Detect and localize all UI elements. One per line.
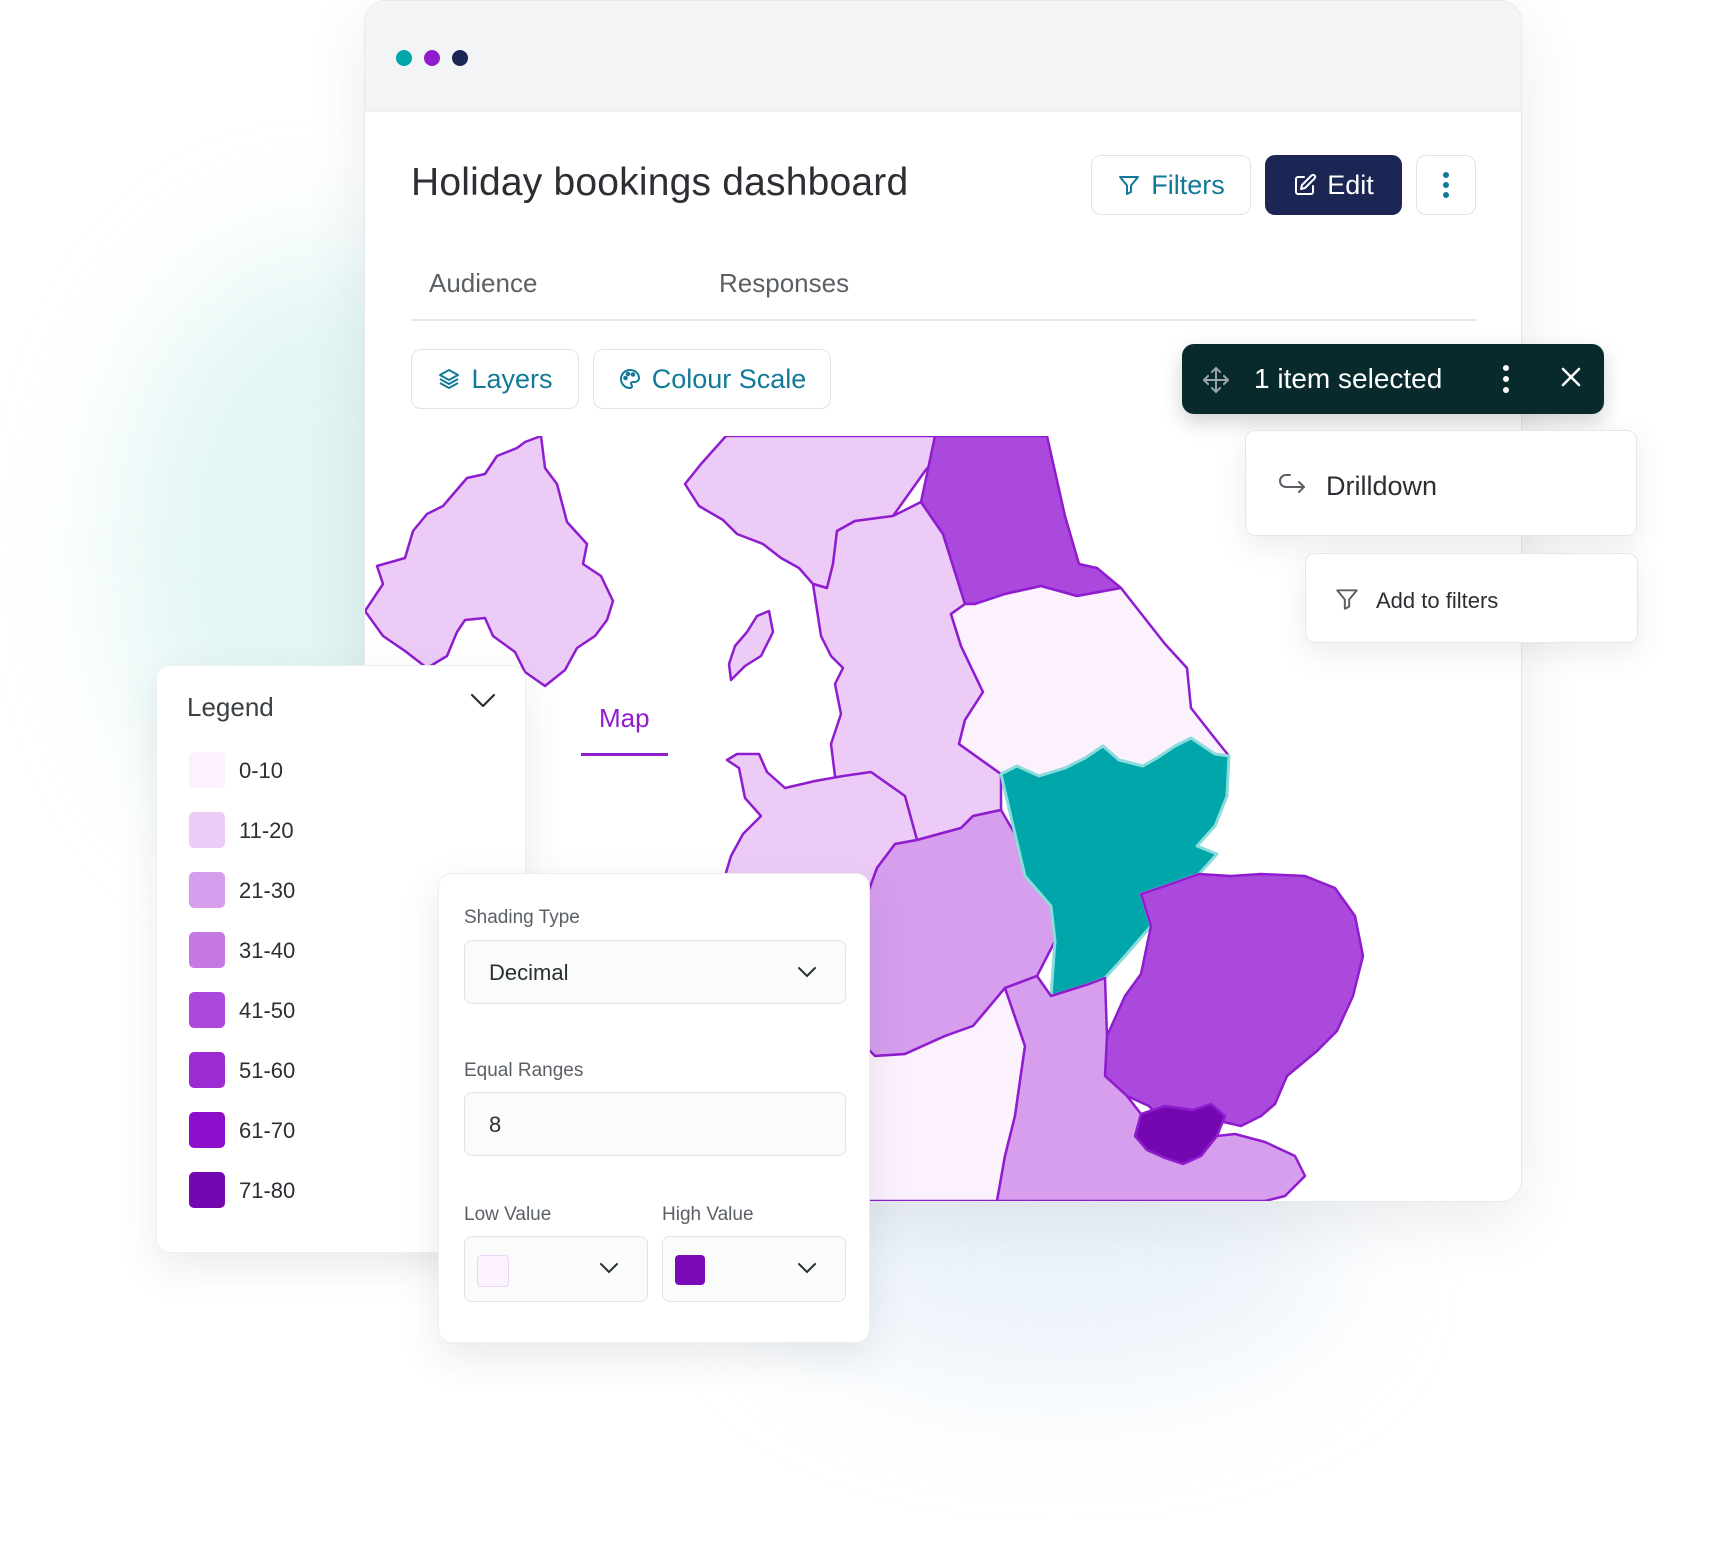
legend-swatch <box>189 992 225 1028</box>
add-to-filters-label: Add to filters <box>1376 588 1499 613</box>
drilldown-icon <box>1279 474 1305 493</box>
edit-button-label: Edit <box>1327 169 1374 200</box>
legend-swatch <box>189 1052 225 1088</box>
equal-ranges-input[interactable]: 8 <box>464 1092 846 1156</box>
filters-button-label: Filters <box>1151 169 1225 200</box>
shading-type-select[interactable]: Decimal <box>464 940 846 1004</box>
legend-range-label: 31-40 <box>239 938 296 963</box>
legend-range-label: 11-20 <box>239 818 294 843</box>
high-value-label: High Value <box>662 1204 754 1225</box>
legend-range-label: 61-70 <box>239 1118 296 1143</box>
legend-range-label: 41-50 <box>239 998 296 1023</box>
legend-swatch <box>189 752 225 788</box>
filters-button[interactable]: Filters <box>1091 155 1251 215</box>
legend-range-label: 51-60 <box>239 1058 296 1083</box>
equal-ranges-value: 8 <box>489 1112 502 1137</box>
legend-range-label: 21-30 <box>239 878 296 903</box>
legend-range-label: 0-10 <box>239 758 284 783</box>
selection-bar: 1 item selected <box>1182 344 1604 414</box>
equal-ranges-label: Equal Ranges <box>464 1060 584 1081</box>
selection-count-text: 1 item selected <box>1254 363 1443 394</box>
legend-swatch <box>189 1172 225 1208</box>
palette-icon <box>619 368 640 390</box>
kebab-icon <box>1443 172 1449 198</box>
window-titlebar <box>365 1 1521 112</box>
chevron-down-icon <box>600 1263 618 1273</box>
shading-type-label: Shading Type <box>464 907 580 928</box>
legend-swatch <box>189 872 225 908</box>
tab-bar: Audience Map Responses <box>411 263 1477 756</box>
filter-icon <box>1119 176 1140 195</box>
chevron-down-icon <box>798 967 816 977</box>
selection-kebab-icon[interactable] <box>1502 364 1510 394</box>
add-to-filters-menu-item[interactable]: Add to filters <box>1305 553 1638 643</box>
layers-button-label: Layers <box>471 363 553 394</box>
window-dot-purple <box>424 50 440 66</box>
page-title: Holiday bookings dashboard <box>411 161 909 204</box>
edit-button[interactable]: Edit <box>1265 155 1402 215</box>
more-options-button[interactable] <box>1416 155 1476 215</box>
legend-swatch <box>189 812 225 848</box>
legend-range-label: 71-80 <box>239 1178 296 1203</box>
legend-swatch <box>189 1112 225 1148</box>
close-icon[interactable] <box>1560 366 1582 388</box>
layers-button[interactable]: Layers <box>411 349 579 409</box>
colour-scale-button[interactable]: Colour Scale <box>593 349 831 409</box>
low-value-color-swatch <box>477 1255 509 1287</box>
colour-scale-button-label: Colour Scale <box>651 363 807 394</box>
low-value-label: Low Value <box>464 1204 552 1225</box>
window-dot-teal <box>396 50 412 66</box>
tab-audience[interactable]: Audience <box>411 263 555 319</box>
filter-icon <box>1336 589 1358 610</box>
shading-type-value: Decimal <box>489 960 569 985</box>
high-value-color-swatch <box>675 1255 705 1285</box>
move-icon[interactable] <box>1202 366 1230 394</box>
colour-scale-panel: Shading Type Decimal Equal Ranges 8 Low … <box>438 873 870 1343</box>
window-dot-navy <box>452 50 468 66</box>
edit-icon <box>1295 173 1317 195</box>
legend-title: Legend <box>187 692 274 722</box>
map-region-isle-of-man[interactable] <box>727 609 775 682</box>
low-value-color-picker[interactable] <box>464 1236 648 1302</box>
chevron-down-icon[interactable] <box>469 692 497 710</box>
drilldown-menu-item[interactable]: Drilldown <box>1245 430 1637 536</box>
tab-responses[interactable]: Responses <box>701 263 867 319</box>
high-value-color-picker[interactable] <box>662 1236 846 1302</box>
legend-swatch <box>189 932 225 968</box>
chevron-down-icon <box>798 1263 816 1273</box>
drilldown-label: Drilldown <box>1326 471 1438 501</box>
layers-icon <box>439 369 460 389</box>
map-region-northern-ireland[interactable] <box>365 436 615 688</box>
